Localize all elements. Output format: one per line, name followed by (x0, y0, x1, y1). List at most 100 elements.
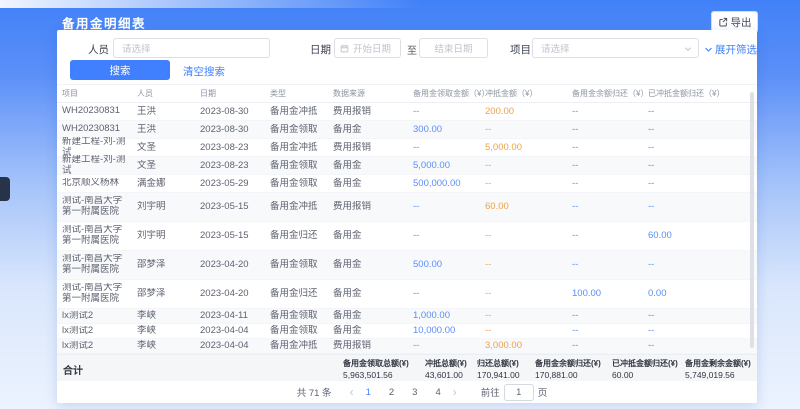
summary-stat-value: 170,941.00 (477, 370, 520, 380)
cell-offset-returned: -- (648, 310, 757, 321)
person-filter-label: 人员 (88, 42, 109, 57)
cell-source: 备用金 (333, 160, 413, 171)
project-select[interactable]: 请选择 (532, 38, 699, 58)
column-header-6: 冲抵金额（¥） (485, 88, 572, 99)
summary-stat: 归还总额(¥)170,941.00 (477, 358, 520, 380)
summary-stat-label: 冲抵总额(¥) (425, 358, 467, 369)
column-header-0: 项目 (62, 88, 137, 99)
cell-source: 费用报销 (333, 340, 413, 351)
page-button-4[interactable]: 4 (433, 387, 442, 398)
cell-person: 文圣 (137, 160, 200, 171)
cell-person: 刘宇明 (137, 201, 200, 212)
cell-received-amount: 1,000.00 (413, 310, 485, 321)
cell-type: 备用金领取 (270, 124, 333, 135)
summary-stat: 备用金剩余金额(¥)5,749,019.56 (685, 358, 751, 380)
cell-person: 李峡 (137, 325, 200, 336)
cell-person: 满金娜 (137, 178, 200, 189)
person-select[interactable]: 请选择 (113, 38, 270, 58)
cell-offset-amount: -- (485, 160, 572, 171)
top-sheen (0, 0, 420, 8)
content-card: 人员 请选择 日期 开始日期 至 结束日期 项目 请选择 (57, 30, 757, 403)
cell-offset-amount: -- (485, 288, 572, 299)
cell-offset-amount: -- (485, 124, 572, 135)
cell-balance-returned: -- (572, 124, 648, 135)
cell-offset-returned: -- (648, 106, 757, 117)
table-body: WH20230831王洪2023-08-30备用金冲抵费用报销--200.00-… (57, 103, 757, 354)
collapsed-drawer-handle[interactable] (0, 177, 10, 201)
person-select-placeholder: 请选择 (122, 41, 151, 55)
cell-source: 备用金 (333, 259, 413, 270)
cell-person: 李峡 (137, 340, 200, 351)
export-button-label: 导出 (731, 15, 752, 30)
column-header-7: 备用金余额归还（¥） (572, 88, 648, 99)
cell-project: lx测试2 (62, 311, 137, 322)
cell-balance-returned: -- (572, 340, 648, 351)
project-filter-label: 项目 (510, 42, 531, 57)
prev-page-button[interactable]: ‹ (350, 386, 354, 398)
table-row: 测试-南昌大学第一附属医院邵梦泽2023-04-20备用金归还备用金----10… (57, 280, 757, 309)
summary-total-label: 合计 (63, 362, 83, 377)
cell-balance-returned: -- (572, 201, 648, 212)
table-row: 新建工程-刘-测试文圣2023-08-23备用金冲抵费用报销--5,000.00… (57, 139, 757, 157)
cell-type: 备用金领取 (270, 310, 333, 321)
cell-offset-amount: 5,000.00 (485, 142, 572, 153)
cell-received-amount: 10,000.00 (413, 325, 485, 336)
start-date-placeholder: 开始日期 (353, 41, 391, 55)
cell-type: 备用金领取 (270, 325, 333, 336)
table-row: lx测试2李峡2023-04-11备用金领取备用金1,000.00------ (57, 309, 757, 324)
start-date-input[interactable]: 开始日期 (334, 38, 401, 58)
next-page-button[interactable]: › (453, 386, 457, 398)
page-background: 备用金明细表 导出 人员 请选择 日期 (0, 0, 800, 409)
cell-person: 文圣 (137, 142, 200, 153)
summary-stat: 备用金领取总额(¥)5,963,501.56 (343, 358, 409, 380)
cell-offset-returned: -- (648, 124, 757, 135)
cell-offset-amount: -- (485, 310, 572, 321)
goto-page-input[interactable] (504, 384, 534, 401)
summary-stat-value: 170,881.00 (535, 370, 601, 380)
cell-balance-returned: -- (572, 106, 648, 117)
table-scrollbar[interactable] (750, 92, 754, 348)
clear-search-link[interactable]: 清空搜索 (183, 64, 225, 79)
cell-received-amount: -- (413, 106, 485, 117)
column-header-1: 人员 (137, 88, 200, 99)
cell-source: 费用报销 (333, 106, 413, 117)
export-icon (718, 17, 728, 27)
cell-balance-returned: -- (572, 259, 648, 270)
cell-person: 李峡 (137, 310, 200, 321)
cell-received-amount: 300.00 (413, 124, 485, 135)
cell-date: 2023-08-23 (200, 160, 270, 171)
cell-date: 2023-08-23 (200, 142, 270, 153)
table-row: lx测试2李峡2023-04-04备用金冲抵费用报销--3,000.00---- (57, 339, 757, 354)
table-header-row: 项目人员日期类型数据来源备用金领取金额（¥）冲抵金额（¥）备用金余额归还（¥）已… (57, 84, 757, 103)
cell-date: 2023-05-15 (200, 230, 270, 241)
cell-type: 备用金领取 (270, 160, 333, 171)
cell-date: 2023-04-20 (200, 288, 270, 299)
expand-filters-link[interactable]: 展开筛选 (704, 42, 757, 57)
column-header-8: 已冲抵金额归还（¥） (648, 88, 757, 99)
table-row: lx测试2李峡2023-04-04备用金领取备用金10,000.00------ (57, 324, 757, 339)
cell-person: 邵梦泽 (137, 288, 200, 299)
page-button-1[interactable]: 1 (364, 387, 373, 398)
cell-date: 2023-08-30 (200, 124, 270, 135)
cell-type: 备用金领取 (270, 178, 333, 189)
cell-offset-returned: -- (648, 325, 757, 336)
cell-offset-returned: 0.00 (648, 288, 757, 299)
cell-offset-returned: 60.00 (648, 230, 757, 241)
page-button-2[interactable]: 2 (387, 387, 396, 398)
summary-stat-label: 归还总额(¥) (477, 358, 520, 369)
cell-type: 备用金归还 (270, 288, 333, 299)
summary-stat: 已冲抵金额归还(¥)60.00 (612, 358, 678, 380)
cell-date: 2023-04-11 (200, 310, 270, 321)
summary-stat-label: 备用金领取总额(¥) (343, 358, 409, 369)
pagination: 共 71 条 ‹ 1234 › 前往 页 (87, 381, 757, 403)
cell-person: 王洪 (137, 124, 200, 135)
cell-balance-returned: -- (572, 178, 648, 189)
summary-stat-value: 5,963,501.56 (343, 370, 409, 380)
cell-source: 备用金 (333, 288, 413, 299)
cell-offset-returned: -- (648, 259, 757, 270)
page-button-3[interactable]: 3 (410, 387, 419, 398)
cell-received-amount: -- (413, 201, 485, 212)
page-number-list: 1 2 3 4 (364, 387, 443, 398)
end-date-input[interactable]: 结束日期 (419, 38, 488, 58)
search-button[interactable]: 搜索 (70, 60, 170, 80)
